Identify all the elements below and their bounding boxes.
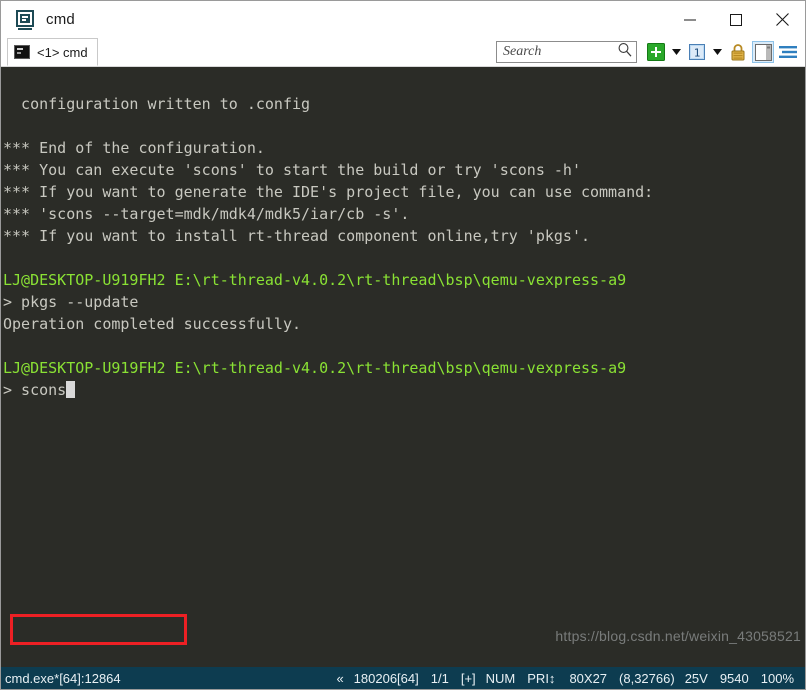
window-controls [667,1,805,38]
window-title: cmd [46,11,75,28]
hamburger-menu-icon[interactable] [777,41,799,63]
tab-bar: <1> cmd Search 1 [1,38,805,67]
padlock-icon[interactable] [727,41,749,63]
maximize-button[interactable] [713,1,759,38]
split-panel-icon[interactable] [752,41,774,63]
status-pages: 1/1 [430,670,449,686]
terminal-command-line: > pkgs --update [3,293,139,311]
status-num-lock: NUM [485,670,516,686]
prompt-path: E:\rt-thread-v4.0.2\rt-thread\bsp\qemu-v… [165,359,627,377]
title-bar: cmd [1,1,805,38]
search-input[interactable] [503,44,617,60]
terminal-line: LJ@DESKTOP-U919FH2 E:\rt-thread-v4.0.2\r… [2,269,805,291]
terminal-line: configuration written to .config [3,95,311,113]
terminal-line: *** End of the configuration. [3,139,265,157]
status-build-marker: « [336,670,344,686]
status-handle: 9540 [719,670,749,686]
status-right-group: « 180206[64] 1/1 [+] NUM PRI↕ 80X27 (8,3… [331,671,805,686]
minimize-button[interactable] [667,1,713,38]
toolbar: 1 [496,41,805,63]
new-console-button[interactable] [645,41,667,63]
tab-cmd-1[interactable]: <1> cmd [7,38,98,66]
terminal-cursor [66,381,76,398]
prompt-host: LJ@DESKTOP-U919FH2 [3,271,166,289]
terminal-line: Operation completed successfully. [3,315,302,333]
active-console-dropdown[interactable] [711,41,724,63]
console-icon [14,45,30,59]
terminal-output[interactable]: configuration written to .config *** End … [1,67,805,667]
new-console-dropdown[interactable] [670,41,683,63]
terminal-line: *** You can execute 'scons' to start the… [3,161,581,179]
conemu-window: cmd <1> cmd Search 1 configuration writt… [0,0,806,690]
status-zoom: 100% [760,670,794,686]
conemu-icon [12,8,38,32]
terminal-line: *** If you want to install rt-thread com… [3,227,590,245]
status-process: cmd.exe*[64]:12864 [5,670,121,686]
status-build: 180206[64] [353,670,419,686]
status-insert-mode: [+] [460,670,476,686]
highlight-pkgs-update [10,614,187,645]
svg-text:1: 1 [694,47,701,60]
watermark: https://blog.csdn.net/weixin_43058521 [555,628,801,644]
status-size: 80X27 [569,670,608,686]
tab-label: <1> cmd [37,44,88,60]
terminal-line: *** If you want to generate the IDE's pr… [3,183,654,201]
search-box[interactable] [496,41,637,63]
close-button[interactable] [759,1,805,38]
search-icon[interactable] [617,42,633,63]
terminal-command-line: > scons [2,379,805,401]
terminal-line: *** 'scons --target=mdk/mdk4/mdk5/iar/cb… [3,205,410,223]
status-bar: cmd.exe*[64]:12864 « 180206[64] 1/1 [+] … [1,667,805,689]
status-priority: PRI↕ [527,670,556,686]
terminal-line: LJ@DESKTOP-U919FH2 E:\rt-thread-v4.0.2\r… [2,357,805,379]
status-cursor-pos: (8,32766) [619,670,675,686]
prompt-host: LJ@DESKTOP-U919FH2 [3,359,166,377]
prompt-path: E:\rt-thread-v4.0.2\rt-thread\bsp\qemu-v… [165,271,627,289]
status-scroll: 25V [684,670,708,686]
active-console-button[interactable]: 1 [686,41,708,63]
